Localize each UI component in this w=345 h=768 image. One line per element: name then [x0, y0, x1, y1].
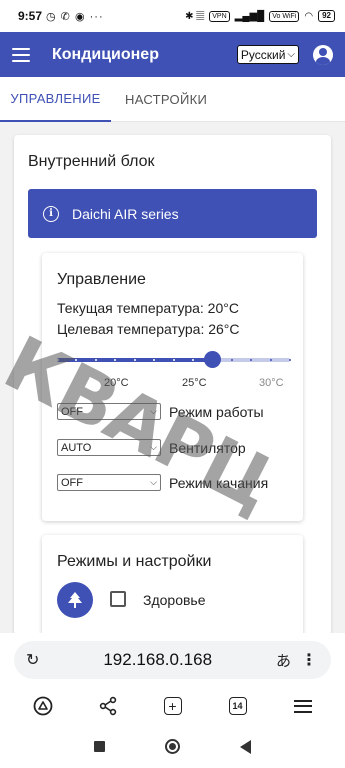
- tabs-button[interactable]: 14: [225, 693, 251, 719]
- more-menu-icon[interactable]: ⋮: [301, 650, 317, 670]
- signal-icon: ▂▄▆█: [234, 10, 265, 22]
- home-nav-icon[interactable]: [165, 739, 180, 754]
- tree-icon[interactable]: [57, 582, 93, 618]
- notification-icons: ◷ ✆ ◉ ···: [46, 10, 104, 23]
- new-tab-button[interactable]: +: [160, 693, 186, 719]
- swing-row: OFF ⌵ Режим качания: [57, 474, 268, 491]
- slider-tick: [173, 359, 175, 361]
- chevron-down-icon: ⌵: [287, 49, 295, 60]
- system-nav-bar: [0, 725, 345, 768]
- hamburger-menu-icon[interactable]: [12, 47, 30, 62]
- status-right: ✱ 𝄚 VPN ▂▄▆█ Vo WiFi ◠ 92: [185, 10, 335, 22]
- vpn-badge: VPN: [209, 10, 230, 22]
- share-icon: [99, 696, 116, 716]
- account-icon[interactable]: [313, 44, 333, 65]
- home-button[interactable]: [30, 693, 56, 719]
- swing-select[interactable]: OFF ⌵: [57, 474, 161, 491]
- tick-label-25: 25°C: [182, 377, 207, 389]
- slider-tick: [250, 359, 252, 361]
- wifi-icon: ◠: [304, 10, 314, 22]
- slider-tick: [153, 359, 155, 361]
- tree-icon-svg: [68, 592, 82, 608]
- url-text[interactable]: 192.168.0.168: [39, 650, 276, 670]
- mode-value: OFF: [61, 405, 83, 418]
- bluetooth-signal-icons: ✱ 𝄚: [185, 10, 205, 22]
- fan-row: AUTO ⌵ Вентилятор: [57, 439, 246, 456]
- slider-tick: [95, 359, 97, 361]
- browser-toolbar: + 14: [0, 687, 345, 725]
- model-info-banner: i Daichi AIR series: [28, 189, 317, 238]
- modes-panel: Режимы и настройки Здоровье: [42, 535, 303, 635]
- tab-bar: УПРАВЛЕНИЕ НАСТРОЙКИ: [0, 77, 345, 122]
- mode-row: OFF ⌵ Режим работы: [57, 403, 264, 420]
- slider-tick: [231, 359, 233, 361]
- chevron-down-icon: ⌵: [150, 406, 157, 416]
- slider-tick: [57, 359, 59, 361]
- indoor-unit-card: Внутренний блок i Daichi AIR series Упра…: [14, 135, 331, 635]
- fan-value: AUTO: [61, 441, 92, 454]
- card-title: Внутренний блок: [28, 153, 155, 170]
- chevron-down-icon: ⌵: [150, 442, 157, 452]
- slider-tick: [134, 359, 136, 361]
- fan-label: Вентилятор: [169, 439, 246, 456]
- modes-title: Режимы и настройки: [57, 553, 212, 570]
- target-temperature: Целевая температура: 26°C: [57, 321, 240, 337]
- mode-select[interactable]: OFF ⌵: [57, 403, 161, 420]
- language-select[interactable]: Русский ⌵: [236, 45, 299, 64]
- slider-tick: [289, 359, 291, 361]
- back-icon[interactable]: [240, 739, 251, 754]
- app-title: Кондиционер: [52, 45, 159, 63]
- info-icon: i: [43, 205, 59, 222]
- language-value: Русский: [240, 47, 286, 62]
- status-bar: 9:57 ◷ ✆ ◉ ··· ✱ 𝄚 VPN ▂▄▆█ Vo WiFi ◠ 92: [0, 0, 345, 32]
- menu-icon: [293, 699, 312, 713]
- swing-label: Режим качания: [169, 474, 269, 491]
- tab-control[interactable]: УПРАВЛЕНИЕ: [0, 77, 111, 122]
- url-bar[interactable]: ↻ 192.168.0.168 あ ⋮: [14, 641, 331, 679]
- recents-icon[interactable]: [94, 741, 105, 752]
- vowifi-badge: Vo WiFi: [269, 10, 300, 22]
- plus-icon: +: [163, 697, 182, 715]
- tab-settings[interactable]: НАСТРОЙКИ: [125, 77, 207, 122]
- tick-label-20: 20°C: [104, 377, 129, 389]
- slider-tick: [75, 359, 77, 361]
- home-icon: [33, 696, 52, 716]
- battery-icon: 92: [318, 10, 335, 22]
- status-time: 9:57: [18, 9, 43, 23]
- slider-tick: [114, 359, 116, 361]
- temperature-slider[interactable]: [57, 351, 291, 368]
- share-button[interactable]: [95, 693, 121, 719]
- control-title: Управление: [57, 271, 146, 288]
- chevron-down-icon: ⌵: [150, 477, 157, 487]
- model-name: Daichi AIR series: [72, 205, 179, 222]
- tick-label-30: 30°C: [259, 377, 284, 389]
- health-checkbox[interactable]: [110, 591, 126, 607]
- translate-icon[interactable]: あ: [276, 650, 291, 671]
- app-bar: Кондиционер Русский ⌵: [0, 32, 345, 77]
- browser-url-area: ↻ 192.168.0.168 あ ⋮: [0, 633, 345, 687]
- mode-label: Режим работы: [169, 403, 264, 420]
- slider-tick: [270, 359, 272, 361]
- fan-select[interactable]: AUTO ⌵: [57, 439, 161, 456]
- browser-menu-button[interactable]: [290, 693, 316, 719]
- reload-icon[interactable]: ↻: [26, 650, 39, 670]
- health-label: Здоровье: [143, 592, 206, 608]
- swing-value: OFF: [61, 476, 83, 489]
- tab-count: 14: [228, 697, 247, 715]
- slider-tick: [192, 359, 194, 361]
- control-panel: Управление Текущая температура: 20°C Цел…: [42, 253, 303, 521]
- current-temperature: Текущая температура: 20°C: [57, 300, 239, 316]
- slider-thumb[interactable]: [204, 351, 221, 368]
